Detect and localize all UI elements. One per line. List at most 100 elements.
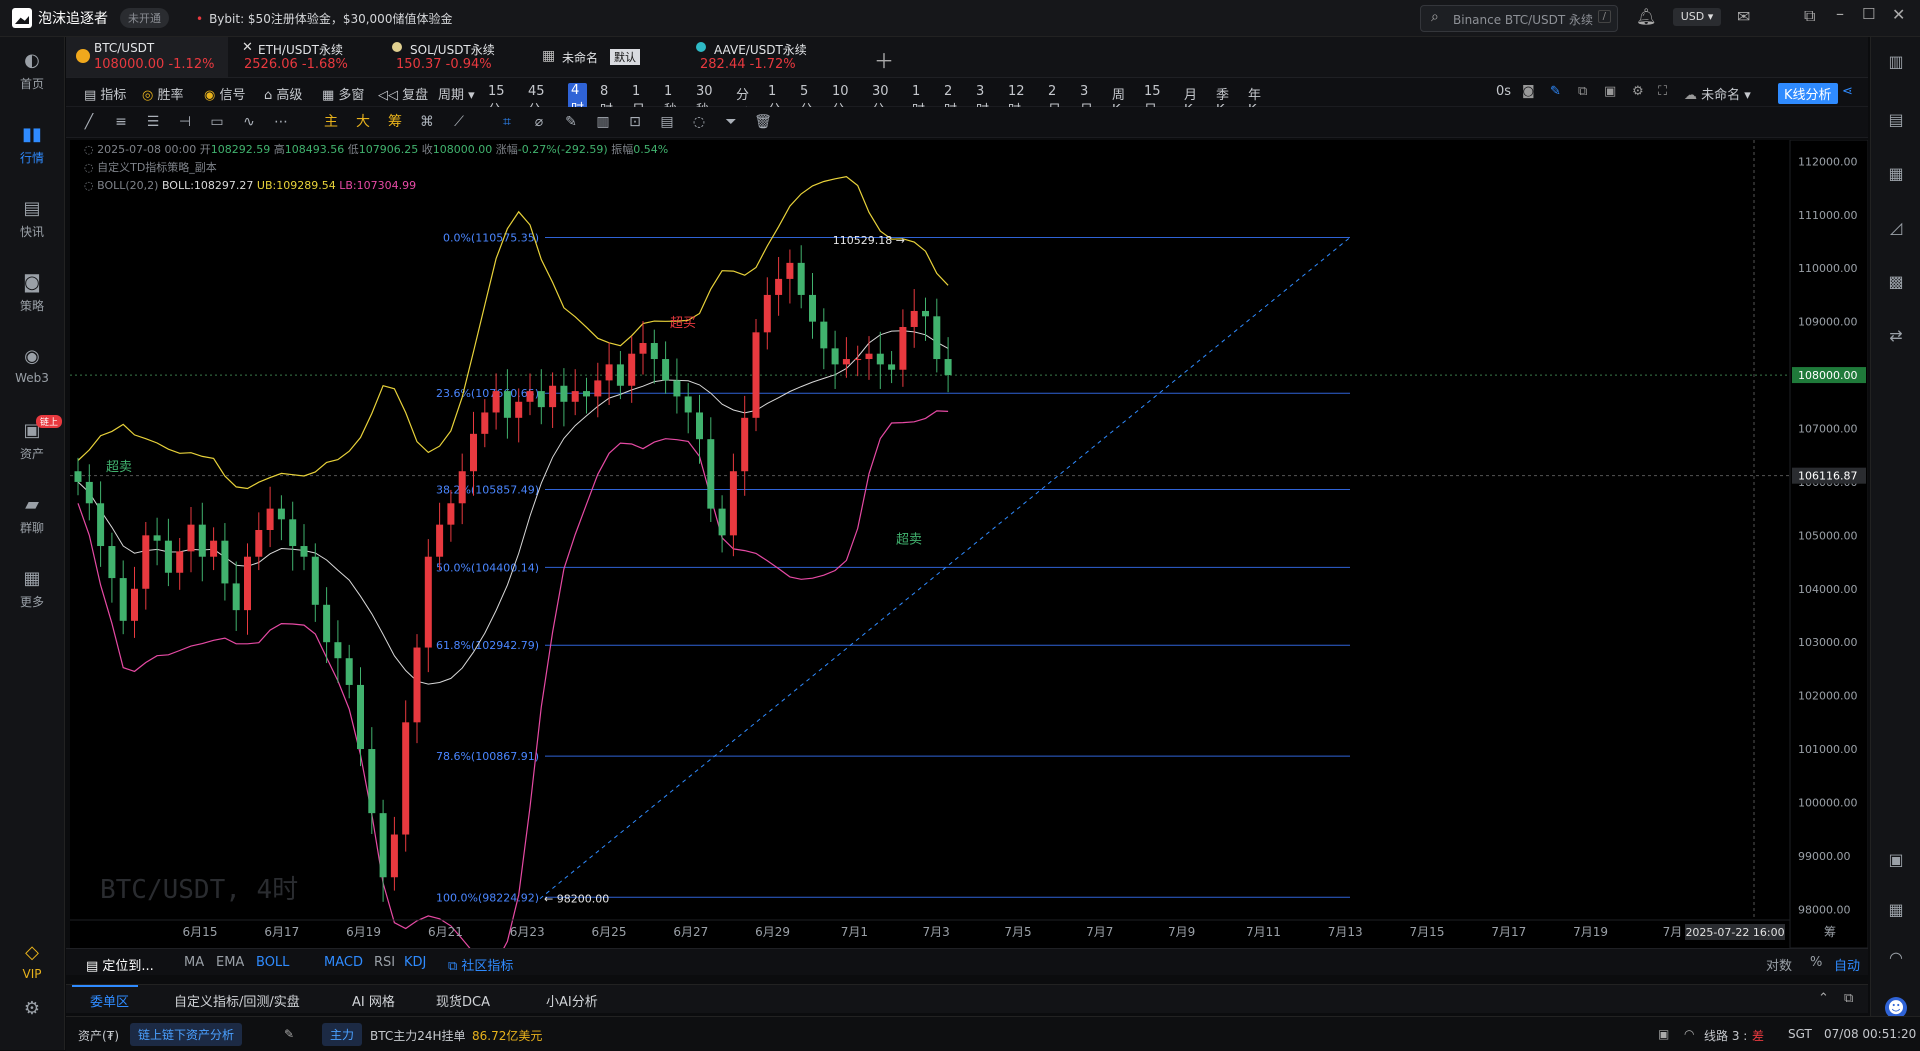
magnet-tool-icon[interactable]: ⌘ [418, 114, 436, 130]
sidebar-item-web3[interactable]: ◉ Web3 [0, 347, 64, 386]
tab-ai-analysis[interactable]: 小AI分析 [546, 991, 598, 1010]
close-tab-icon[interactable]: ✕ [242, 40, 253, 55]
minimize-icon[interactable]: – [1836, 4, 1844, 23]
signal-button[interactable]: ◉ 信号 [204, 84, 246, 103]
sidebar-item-vip[interactable]: ◇ VIP [0, 943, 64, 982]
kline-analysis-button[interactable]: K线分析 [1778, 83, 1838, 104]
layout-name-select[interactable]: ☁ 未命名 ▾ [1684, 84, 1751, 103]
tab-unnamed[interactable]: ▦ 未命名 默认 [534, 37, 684, 77]
hline-tool-icon[interactable]: ☰ [144, 114, 162, 130]
indicator-button[interactable]: ▤ 指标 [84, 84, 126, 103]
list-icon[interactable]: ▦ [1885, 163, 1907, 185]
route-label[interactable]: 线路 3 : [1704, 1027, 1747, 1044]
winrate-button[interactable]: ◎ 胜率 [142, 84, 184, 103]
collapse-icon[interactable]: ◌ [84, 161, 94, 174]
measure-tool-icon[interactable]: ⟋ [450, 114, 468, 130]
log-scale-toggle[interactable]: 对数 [1766, 955, 1792, 974]
indicator-tool-icon[interactable]: ▥ [594, 114, 612, 130]
note-icon[interactable]: ▤ [658, 114, 676, 130]
big-order-toggle[interactable]: 大 [354, 114, 372, 130]
export-icon[interactable]: ⧉ [1578, 84, 1587, 99]
period-button[interactable]: 周期 ▾ [438, 84, 475, 103]
chip-toggle[interactable]: 筹 [386, 114, 404, 130]
kdj-toggle[interactable]: KDJ [404, 955, 426, 970]
expand-panel-icon[interactable]: ⧉ [1844, 991, 1853, 1006]
sidebar-item-home[interactable]: ◐ 首页 [0, 51, 64, 92]
community-indicator-button[interactable]: ⧉ 社区指标 [448, 955, 513, 974]
lock-icon[interactable]: ⊡ [626, 114, 644, 130]
grid-icon[interactable]: ▦ [1885, 899, 1907, 921]
currency-select[interactable]: USD ▾ [1673, 8, 1721, 26]
auto-scale-toggle[interactable]: 自动 [1834, 955, 1860, 974]
sidebar-item-news[interactable]: ▤ 快讯 [0, 199, 64, 240]
add-tab-button[interactable]: ＋ [874, 45, 894, 74]
collapse-icon[interactable]: ◌ [84, 143, 94, 156]
calculator-icon[interactable]: ▩ [1885, 271, 1907, 293]
rect-tool-icon[interactable]: ▭ [208, 114, 226, 130]
bell-icon[interactable]: 🔔︎ [1636, 7, 1656, 26]
assets-label[interactable]: 资产(₮) [78, 1027, 119, 1044]
exchange-icon[interactable]: ⇄ [1885, 325, 1907, 347]
sidebar-item-strategy[interactable]: ◙ 策略 [0, 273, 64, 314]
settings-icon[interactable]: ⚙ [1632, 84, 1644, 99]
brush-tool-icon[interactable]: ✎ [562, 114, 580, 130]
main-force-toggle[interactable]: 主 [322, 114, 340, 130]
hide-icon[interactable]: ◌ [690, 114, 708, 130]
price-chart[interactable]: 0.0%(110575.35) 23.6%(107660.65) 38.2%(105… [70, 140, 1868, 948]
status-badge[interactable]: 未开通 [120, 8, 169, 28]
collapse-panel-icon[interactable]: ⌃ [1818, 991, 1829, 1006]
ma-toggle[interactable]: MA [184, 955, 204, 970]
asset-analysis-button[interactable]: 链上链下资产分析 [130, 1023, 243, 1046]
popout-icon[interactable]: ⧉ [1804, 6, 1815, 26]
macd-toggle[interactable]: MACD [324, 955, 363, 970]
parallel-tool-icon[interactable]: ≡ [112, 114, 130, 130]
orderbook-icon[interactable]: ▤ [1885, 109, 1907, 131]
settings-button[interactable]: ⚙ [0, 999, 64, 1023]
share-icon[interactable]: ⋖ [1842, 84, 1853, 99]
fullscreen-icon[interactable]: ⛶ [1658, 84, 1667, 99]
layout-icon[interactable]: ▥ [1885, 51, 1907, 73]
locate-button[interactable]: ▤ 定位到... [86, 955, 154, 974]
search-input[interactable]: ⌕ Binance BTC/USDT 永续 / [1420, 5, 1618, 32]
wave-tool-icon[interactable]: ∿ [240, 114, 258, 130]
maximize-icon[interactable]: ☐ [1862, 5, 1875, 23]
camera-icon[interactable]: ◙ [1522, 84, 1535, 99]
sidebar-item-more[interactable]: ▦ 更多 [0, 569, 64, 610]
tab-aave-usdt[interactable]: AAVE/USDT永续 282.44 -1.72% [686, 37, 836, 77]
tab-sol-usdt[interactable]: SOL/USDT永续 150.37 -0.94% [382, 37, 532, 77]
sidebar-item-market[interactable]: ▮▮ 行情 [0, 125, 64, 166]
depth-icon[interactable]: ◿ [1885, 217, 1907, 239]
tab-btc-usdt[interactable]: BTC/USDT 108000.00 -1.12% [66, 37, 228, 77]
advanced-button[interactable]: ⌂ 高级 [264, 84, 302, 103]
tab-orders[interactable]: 委单区 [90, 991, 129, 1010]
trash-icon[interactable]: 🗑︎ [754, 114, 772, 130]
ray-tool-icon[interactable]: ⊣ [176, 114, 194, 130]
percent-toggle[interactable]: % [1810, 955, 1822, 970]
panel-icon[interactable]: ▣ [1885, 849, 1907, 871]
tab-spot-dca[interactable]: 现货DCA [436, 991, 490, 1010]
ruler-tool-icon[interactable]: ⌀ [530, 114, 548, 130]
tab-custom-indicator[interactable]: 自定义指标/回测/实盘 [174, 991, 300, 1010]
ad-banner[interactable]: • Bybit: $50注册体验金，$30,000储值体验金 [196, 10, 452, 27]
trendline-tool-icon[interactable]: ╱ [80, 114, 98, 130]
news-icon[interactable]: ▣ [1658, 1027, 1669, 1041]
tab-ai-grid[interactable]: AI 网格 [352, 991, 395, 1010]
close-icon[interactable]: ✕ [1892, 5, 1905, 24]
edit-icon[interactable]: ✎ [284, 1027, 294, 1041]
boll-toggle[interactable]: BOLL [256, 955, 289, 970]
pen-icon[interactable]: ✎ [1550, 84, 1561, 99]
select-tool-icon[interactable]: ⌗ [498, 114, 516, 130]
multi-window-button[interactable]: ▦ 多窗 [322, 84, 364, 103]
sidebar-item-chat[interactable]: ▰ 群聊 [0, 495, 64, 536]
collapse-icon[interactable]: ◌ [84, 179, 94, 192]
rsi-toggle[interactable]: RSI [374, 955, 395, 970]
filter-icon[interactable]: ⏷ [722, 114, 740, 130]
tab-eth-usdt[interactable]: ✕ ETH/USDT永续 2526.06 -1.68% [230, 37, 380, 77]
mail-icon[interactable]: ✉ [1737, 7, 1750, 26]
template-icon[interactable]: ▣ [1604, 84, 1616, 99]
ema-toggle[interactable]: EMA [216, 955, 244, 970]
sidebar-item-assets[interactable]: ▣ 链上 资产 [0, 415, 64, 462]
more-tools-icon[interactable]: ⋯ [272, 114, 290, 130]
replay-button[interactable]: ◁◁ 复盘 [378, 84, 428, 103]
headset-icon[interactable]: ◠ [1885, 947, 1907, 969]
